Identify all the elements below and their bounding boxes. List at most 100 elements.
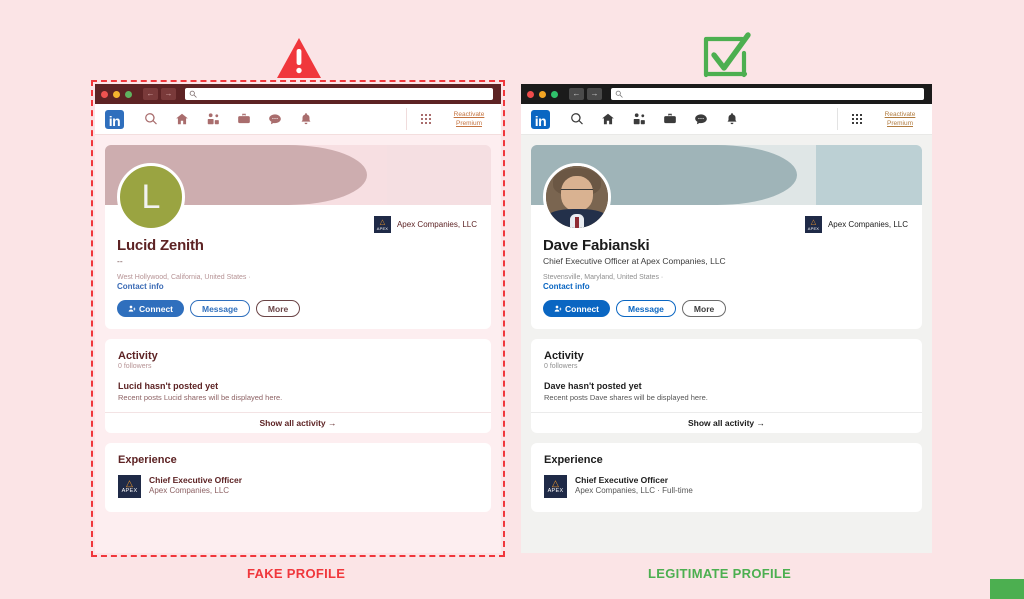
premium-line-1: Reactivate (453, 110, 485, 118)
linkedin-navbar: in Reactivate Premium (521, 104, 932, 135)
notifications-bell-icon[interactable] (716, 106, 747, 132)
forward-arrow-icon[interactable]: → (161, 88, 176, 100)
follower-count: 0 followers (118, 363, 152, 370)
apex-logo-word: APEX (121, 487, 138, 494)
reactivate-premium-link[interactable]: Reactivate Premium (447, 110, 491, 129)
activity-empty-heading: Lucid hasn't posted yet (118, 381, 219, 391)
activity-title: Activity (118, 350, 158, 362)
experience-text: Chief Executive Officer Apex Companies, … (149, 475, 242, 495)
comparison-canvas: ← → in Reactivate Premium L △ APEX Apex … (0, 0, 1024, 599)
connect-button[interactable]: Connect (117, 300, 184, 317)
apex-logo-icon: △ APEX (544, 475, 567, 498)
browser-titlebar: ← → (521, 84, 932, 104)
profile-intro-card: △ APEX Apex Companies, LLC Dave Fabiansk… (531, 145, 922, 329)
address-bar[interactable] (185, 88, 493, 100)
my-network-icon[interactable] (623, 106, 654, 132)
legitimate-profile-caption: LEGITIMATE PROFILE (648, 566, 792, 581)
fake-profile-caption: FAKE PROFILE (247, 566, 346, 581)
message-button[interactable]: Message (190, 300, 250, 317)
add-person-icon (554, 305, 562, 312)
home-icon[interactable] (592, 106, 623, 132)
linkedin-navbar: in Reactivate Premium (95, 104, 501, 135)
more-button-label: More (267, 303, 289, 314)
minimize-window-dot[interactable] (539, 90, 546, 98)
activity-title: Activity (544, 350, 584, 362)
activity-card: Activity 0 followers Lucid hasn't posted… (105, 339, 491, 433)
experience-item[interactable]: △ APEX Chief Executive Officer Apex Comp… (118, 475, 478, 498)
minimize-window-dot[interactable] (113, 90, 120, 98)
avatar-initial: L (141, 177, 161, 216)
maximize-window-dot[interactable] (551, 90, 558, 98)
experience-role: Chief Executive Officer (575, 475, 669, 485)
work-grid-icon[interactable] (851, 113, 862, 125)
show-all-activity-button[interactable]: Show all activity → (105, 412, 491, 433)
contact-info-link[interactable]: Contact info (117, 282, 479, 291)
messaging-icon[interactable] (685, 106, 716, 132)
more-button[interactable]: More (681, 300, 727, 317)
connect-button[interactable]: Connect (543, 300, 610, 317)
avatar[interactable]: L (117, 163, 185, 231)
experience-text: Chief Executive Officer Apex Companies, … (575, 475, 693, 495)
jobs-briefcase-icon[interactable] (654, 106, 685, 132)
more-button-label: More (693, 303, 715, 314)
current-company-badge[interactable]: △ APEX Apex Companies, LLC (804, 216, 908, 233)
show-all-activity-button[interactable]: Show all activity → (531, 412, 922, 433)
search-icon[interactable] (561, 106, 592, 132)
avatar[interactable] (543, 163, 611, 231)
back-arrow-icon[interactable]: ← (143, 88, 158, 100)
premium-line-2: Premium (455, 120, 482, 127)
more-button[interactable]: More (255, 300, 301, 317)
profile-intro-card: L △ APEX Apex Companies, LLC Lucid Zenit… (105, 145, 491, 329)
message-button[interactable]: Message (616, 300, 676, 317)
company-name: Apex Companies, LLC (396, 220, 477, 229)
profile-location: Stevensville, Maryland, United States · (543, 274, 664, 281)
activity-empty-heading: Dave hasn't posted yet (544, 381, 642, 391)
jobs-briefcase-icon[interactable] (228, 106, 259, 132)
activity-empty-description: Recent posts Lucid shares will be displa… (118, 393, 283, 402)
close-window-dot[interactable] (101, 90, 108, 98)
follower-count: 0 followers (544, 363, 578, 370)
linkedin-logo[interactable]: in (531, 109, 550, 129)
address-bar[interactable] (611, 88, 924, 100)
nav-divider (836, 108, 838, 130)
identity-block: △ APEX Apex Companies, LLC Dave Fabiansk… (531, 163, 922, 329)
maximize-window-dot[interactable] (125, 90, 132, 98)
headshot-photo (546, 166, 608, 228)
search-icon (615, 90, 623, 98)
my-network-icon[interactable] (197, 106, 228, 132)
nav-icon-group (561, 106, 747, 132)
linkedin-logo[interactable]: in (105, 109, 124, 129)
activity-content: Activity 0 followers Dave hasn't posted … (531, 339, 922, 412)
messaging-icon[interactable] (259, 106, 290, 132)
corner-accent (990, 579, 1024, 599)
apex-logo-word: APEX (376, 225, 389, 231)
navbar-right-group: Reactivate Premium (836, 104, 923, 134)
apex-logo-word: APEX (547, 487, 564, 494)
cover-panel (386, 145, 491, 205)
experience-company: Apex Companies, LLC (149, 486, 230, 495)
search-icon[interactable] (135, 106, 166, 132)
contact-info-link[interactable]: Contact info (543, 282, 910, 291)
close-window-dot[interactable] (527, 90, 534, 98)
activity-content: Activity 0 followers Lucid hasn't posted… (105, 339, 491, 412)
profile-action-buttons: Connect Message More (117, 300, 479, 317)
home-icon[interactable] (166, 106, 197, 132)
notifications-bell-icon[interactable] (290, 106, 321, 132)
experience-card: Experience △ APEX Chief Executive Office… (531, 443, 922, 512)
apex-logo-icon: △ APEX (118, 475, 141, 498)
checkbox-checked-icon (698, 30, 754, 82)
experience-content: Experience △ APEX Chief Executive Office… (105, 443, 491, 512)
back-arrow-icon[interactable]: ← (569, 88, 584, 100)
experience-item[interactable]: △ APEX Chief Executive Officer Apex Comp… (544, 475, 909, 498)
activity-empty-description: Recent posts Dave shares will be display… (544, 393, 708, 402)
apex-logo-icon: △ APEX (804, 216, 822, 233)
browser-titlebar: ← → (95, 84, 501, 104)
experience-company: Apex Companies, LLC · Full-time (575, 486, 693, 495)
connect-button-label: Connect (139, 303, 173, 314)
search-icon (189, 90, 197, 98)
work-grid-icon[interactable] (420, 113, 431, 125)
profile-location: West Hollywood, California, United State… (117, 274, 251, 281)
current-company-badge[interactable]: △ APEX Apex Companies, LLC (373, 216, 477, 233)
reactivate-premium-link[interactable]: Reactivate Premium (878, 110, 922, 129)
forward-arrow-icon[interactable]: → (587, 88, 602, 100)
